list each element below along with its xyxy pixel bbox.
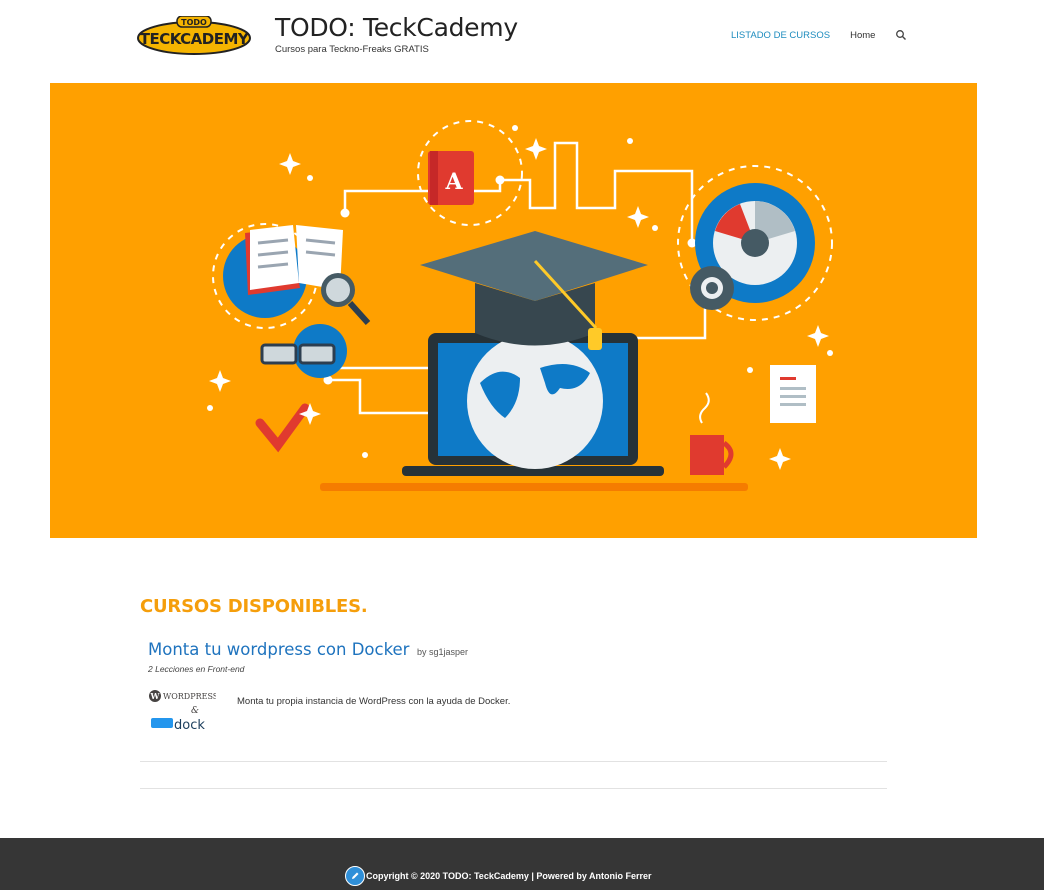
nav-item-listado-de-cursos[interactable]: LISTADO DE CURSOS bbox=[731, 30, 830, 41]
main-nav: LISTADO DE CURSOS Home bbox=[731, 29, 907, 41]
course-meta: 2 Lecciones en Front-end bbox=[148, 664, 245, 674]
thumb-line1: WORDPRESS bbox=[163, 692, 216, 701]
site-footer: Copyright © 2020 TODO: TeckCademy | Powe… bbox=[0, 838, 1044, 890]
site-title[interactable]: TODO: TeckCademy bbox=[275, 13, 518, 42]
logo-small-text: TODO bbox=[181, 18, 207, 27]
hero-book-letter: A bbox=[444, 169, 463, 195]
search-icon[interactable] bbox=[895, 29, 907, 41]
section-title: CURSOS DISPONIBLES. bbox=[140, 596, 368, 617]
site-logo[interactable]: TODO TECKCADEMY bbox=[137, 16, 251, 56]
course-item: Monta tu wordpress con Docker by sg1jasp… bbox=[148, 640, 888, 732]
pencil-icon[interactable] bbox=[345, 866, 365, 886]
course-author: by sg1jasper bbox=[416, 647, 468, 657]
svg-text:W: W bbox=[150, 691, 161, 701]
hero-illustration: A bbox=[207, 120, 833, 491]
logo-text: TECKCADEMY bbox=[140, 30, 250, 48]
course-thumbnail[interactable]: W WORDPRESS & dock bbox=[148, 688, 216, 732]
course-description: Monta tu propia instancia de WordPress c… bbox=[237, 696, 511, 707]
divider bbox=[140, 788, 887, 789]
hero-banner: A bbox=[50, 83, 977, 538]
nav-item-home[interactable]: Home bbox=[850, 30, 875, 41]
course-title-link[interactable]: Monta tu wordpress con Docker bbox=[148, 640, 409, 659]
footer-copyright: Copyright © 2020 TODO: TeckCademy | Powe… bbox=[366, 871, 652, 881]
thumb-line2: dock bbox=[174, 718, 205, 732]
thumb-amp: & bbox=[191, 706, 199, 716]
divider bbox=[140, 761, 887, 762]
site-header: TODO TECKCADEMY TODO: TeckCademy Cursos … bbox=[0, 0, 1044, 70]
site-tagline: Cursos para Teckno-Freaks GRATIS bbox=[275, 44, 429, 55]
